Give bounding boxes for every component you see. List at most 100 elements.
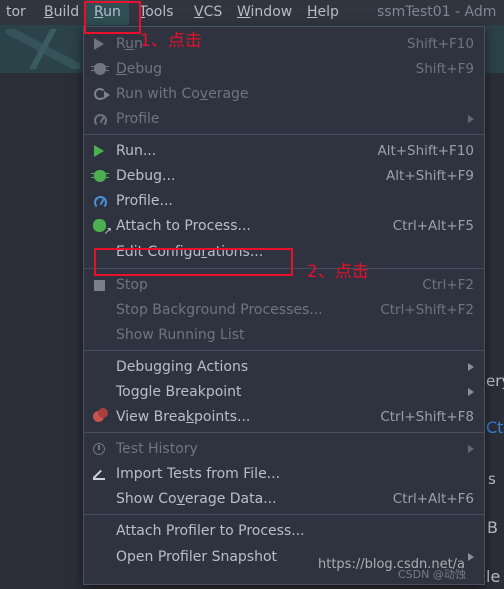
empty-icon (90, 327, 112, 343)
menu-item-stop-label: Stop (116, 276, 148, 293)
empty-icon (90, 384, 112, 400)
import-icon (90, 466, 112, 482)
menu-item-run-ellipsis[interactable]: Run... Alt+Shift+F10 (84, 138, 484, 163)
empty-icon (90, 549, 112, 565)
menu-item-debug-ellipsis[interactable]: Debug... Alt+Shift+F9 (84, 163, 484, 188)
chevron-right-icon (468, 362, 474, 371)
menu-item-run-accel: Shift+F10 (407, 35, 474, 52)
profile-icon (90, 193, 112, 209)
menubar-label-editor: tor (6, 4, 26, 20)
menu-item-run-ellipsis-label: Run... (116, 142, 157, 159)
menu-separator (84, 432, 484, 433)
debug-icon (90, 61, 112, 77)
menu-item-import-tests-from-file-label: Import Tests from File... (116, 465, 281, 482)
background-code-fragment: s (488, 470, 496, 488)
toolbar-decoration-icon (6, 29, 80, 69)
menu-item-stop-background-processes[interactable]: Stop Background Processes... Ctrl+Shift+… (84, 297, 484, 322)
menu-item-debug-ellipsis-accel: Alt+Shift+F9 (386, 167, 474, 184)
menu-item-attach-profiler-to-process[interactable]: Attach Profiler to Process... (84, 518, 484, 544)
breakpoint-icon (90, 407, 112, 425)
menu-item-show-running-list[interactable]: Show Running List (84, 322, 484, 347)
menu-item-show-running-list-label: Show Running List (116, 326, 245, 343)
debug-icon (90, 168, 112, 184)
menubar-item-build[interactable]: Build (36, 0, 87, 25)
chevron-right-icon (468, 387, 474, 396)
background-code-fragment: B (487, 518, 498, 537)
menubar-label-tools: ools (145, 4, 174, 20)
menu-item-stop[interactable]: Stop Ctrl+F2 (84, 272, 484, 297)
menu-item-test-history-label: Test History (116, 440, 198, 457)
menu-item-show-coverage-data-accel: Ctrl+Alt+F6 (392, 490, 474, 507)
menu-item-stop-background-processes-label: Stop Background Processes... (116, 301, 323, 318)
background-code-fragment: le (486, 567, 501, 586)
menu-item-debug-label: Debug (116, 60, 163, 77)
menubar-item-vcs[interactable]: VCS (186, 0, 230, 25)
menu-item-attach-profiler-to-process-label: Attach Profiler to Process... (116, 523, 305, 539)
chevron-right-icon (468, 444, 474, 453)
run-icon (90, 143, 112, 159)
menubar-label-build: uild (53, 4, 80, 20)
menubar-item-editor[interactable]: tor (0, 0, 32, 25)
menu-bar: tor Build Run Tools VCS Window Help ssmT… (0, 0, 504, 25)
profile-icon (90, 111, 112, 127)
menu-item-debugging-actions[interactable]: Debugging Actions (84, 354, 484, 379)
menu-item-toggle-breakpoint-label: Toggle Breakpoint (116, 383, 242, 400)
annotation-text-2: 2、点击 (307, 262, 369, 282)
chevron-right-icon (468, 553, 474, 561)
menu-item-open-profiler-snapshot-label: Open Profiler Snapshot (116, 549, 278, 565)
menu-item-toggle-breakpoint[interactable]: Toggle Breakpoint (84, 379, 484, 404)
menu-item-debugging-actions-label: Debugging Actions (116, 358, 249, 375)
menu-separator (84, 134, 484, 135)
menu-separator (84, 268, 484, 269)
menu-item-attach-to-process-accel: Ctrl+Alt+F5 (392, 217, 474, 234)
menu-item-run-with-coverage[interactable]: Run with Coverage (84, 81, 484, 106)
menu-item-debug[interactable]: Debug Shift+F9 (84, 56, 484, 81)
menubar-item-help[interactable]: Help (299, 0, 347, 25)
menu-item-run-ellipsis-accel: Alt+Shift+F10 (377, 142, 474, 159)
empty-icon (90, 302, 112, 318)
menubar-label-run: un (103, 4, 121, 20)
menu-item-profile-ellipsis-label: Profile... (116, 192, 173, 209)
menu-item-profile-submenu[interactable]: Profile (84, 106, 484, 131)
menubar-mnemonic-window: W (237, 4, 251, 20)
menu-item-view-breakpoints-accel: Ctrl+Shift+F8 (380, 408, 474, 425)
watermark-tag: CSDN @动蚀 (398, 568, 466, 581)
menu-separator (84, 514, 484, 515)
run-icon (90, 36, 112, 52)
menubar-mnemonic-build: B (44, 4, 54, 20)
menu-item-view-breakpoints[interactable]: View Breakpoints... Ctrl+Shift+F8 (84, 404, 484, 429)
menu-item-edit-configurations[interactable]: Edit Configurations... (84, 238, 484, 265)
annotation-text-1: 1、点击 (140, 31, 202, 51)
menu-item-edit-configurations-label: Edit Configurations... (116, 243, 264, 260)
clock-icon (90, 441, 112, 457)
menu-item-run-label: Run (116, 35, 143, 52)
menu-item-view-breakpoints-label: View Breakpoints... (116, 408, 251, 425)
run-menu-popup: Run Shift+F10 Debug Shift+F9 Run with Co… (83, 26, 485, 585)
menubar-label-vcs: CS (203, 4, 223, 20)
menu-item-profile-ellipsis[interactable]: Profile... (84, 188, 484, 213)
menubar-item-window[interactable]: Window (229, 0, 300, 25)
menubar-item-tools[interactable]: Tools (131, 0, 182, 25)
chevron-right-icon (468, 114, 474, 123)
stop-icon (90, 277, 112, 293)
empty-icon (90, 244, 112, 260)
menu-item-show-coverage-data[interactable]: Show Coverage Data... Ctrl+Alt+F6 (84, 486, 484, 511)
menu-item-test-history[interactable]: Test History (84, 436, 484, 461)
background-code-fragment: Ct (486, 418, 504, 437)
menubar-mnemonic-help: H (307, 4, 318, 20)
empty-icon (90, 523, 112, 539)
menu-item-import-tests-from-file[interactable]: Import Tests from File... (84, 461, 484, 486)
attach-process-icon (90, 218, 112, 237)
menu-item-stop-background-processes-accel: Ctrl+Shift+F2 (380, 301, 474, 318)
menubar-item-run[interactable]: Run (86, 0, 129, 25)
menu-item-run-with-coverage-label: Run with Coverage (116, 85, 249, 102)
menu-item-attach-to-process-label: Attach to Process... (116, 217, 251, 234)
ide-window: tor Build Run Tools VCS Window Help ssmT… (0, 0, 504, 589)
menu-item-attach-to-process[interactable]: Attach to Process... Ctrl+Alt+F5 (84, 213, 484, 238)
menu-item-stop-accel: Ctrl+F2 (422, 276, 474, 293)
menu-item-show-coverage-data-label: Show Coverage Data... (116, 490, 277, 507)
background-code-fragment: ery (486, 372, 504, 390)
menubar-label-help: elp (317, 4, 339, 20)
menu-separator (84, 350, 484, 351)
menu-item-debug-ellipsis-label: Debug... (116, 167, 176, 184)
